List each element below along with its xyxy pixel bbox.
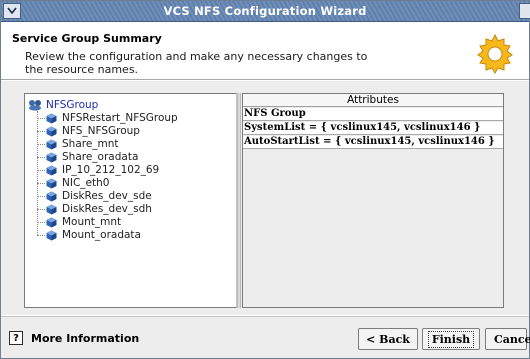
wizard-footer: ? More Information < Back Finish Cancel [1,316,530,358]
tree-branch-line [37,195,45,197]
tree-branch-line [37,156,45,158]
tree-item-label: Mount_mnt [62,216,122,228]
resource-icon [46,152,57,162]
service-group-tree[interactable]: NFSGroup NFSRestart_NFSGroup NFS_NFSGrou… [24,93,237,308]
cancel-button[interactable]: Cancel [485,328,530,350]
tree-item[interactable]: NFSRestart_NFSGroup [37,112,178,124]
window-close-button[interactable] [519,3,530,19]
tree-root-node[interactable]: NFSGroup [28,98,99,111]
attribute-row[interactable]: SystemList = { vcslinux145, vcslinux146 … [243,122,503,135]
tree-item-label: DiskRes_dev_sde [62,190,152,202]
cancel-button-label: Cancel [494,332,530,346]
attributes-table: Attributes NFS Group SystemList = { vcsl… [242,93,504,308]
tree-root-label: NFSGroup [46,98,99,111]
resource-icon [46,178,57,188]
tree-branch-line [37,221,45,223]
tree-item[interactable]: DiskRes_dev_sde [37,190,152,202]
tree-item[interactable]: Mount_oradata [37,229,141,241]
tree-item-label: NFSRestart_NFSGroup [62,112,178,124]
attribute-row[interactable]: AutoStartList = { vcslinux145, vcslinux1… [243,136,503,149]
finish-button-label: Finish [427,330,475,348]
tree-item[interactable]: Share_mnt [37,138,119,150]
tree-branch-line [37,169,45,171]
resource-icon [46,191,57,201]
title-bar[interactable]: VCS NFS Configuration Wizard [1,1,530,22]
resource-icon [46,204,57,214]
tree-item[interactable]: DiskRes_dev_sdh [37,203,152,215]
tree-item-label: NIC_eth0 [62,177,110,189]
page-description: Review the configuration and make any ne… [25,50,368,76]
tree-item-label: DiskRes_dev_sdh [62,203,152,215]
tree-branch-line [37,208,45,210]
resource-icon [46,139,57,149]
tree-item[interactable]: IP_10_212_102_69 [37,164,159,176]
tree-branch-line [37,117,45,119]
content-area: NFSGroup NFSRestart_NFSGroup NFS_NFSGrou… [1,81,529,315]
back-button-label: < Back [366,332,410,346]
help-icon: ? [9,331,23,345]
tree-item-label: Share_mnt [62,138,119,150]
more-information-link[interactable]: ? More Information [9,328,139,348]
resource-icon [46,126,57,136]
attributes-column-header: Attributes [243,94,503,107]
tree-branch-line [37,234,45,236]
tree-item[interactable]: NIC_eth0 [37,177,109,189]
tree-branch-line [37,143,45,145]
tree-item-label: IP_10_212_102_69 [62,164,160,176]
gear-icon [477,33,513,74]
wizard-header: Service Group Summary Review the configu… [1,22,529,80]
tree-item[interactable]: Mount_mnt [37,216,121,228]
finish-button[interactable]: Finish [422,328,480,350]
tree-item[interactable]: Share_oradata [37,151,138,163]
tree-branch-line [37,182,45,184]
attribute-row[interactable]: NFS Group [243,108,503,121]
tree-item-label: NFS_NFSGroup [62,125,140,137]
resource-icon [46,230,57,240]
window-title: VCS NFS Configuration Wizard [163,4,367,18]
tree-item-label: Share_oradata [62,151,139,163]
page-title: Service Group Summary [12,32,162,45]
more-information-label: More Information [31,331,140,345]
resource-icon [46,113,57,123]
tree-branch-line [37,130,45,132]
back-button[interactable]: < Back [358,328,418,350]
wizard-window: VCS NFS Configuration Wizard Service Gro… [0,0,530,359]
resource-icon [46,217,57,227]
tree-item-label: Mount_oradata [62,229,141,241]
pane-splitter[interactable] [237,93,241,308]
service-group-icon [29,99,41,111]
resource-icon [46,165,57,175]
tree-item[interactable]: NFS_NFSGroup [37,125,140,137]
